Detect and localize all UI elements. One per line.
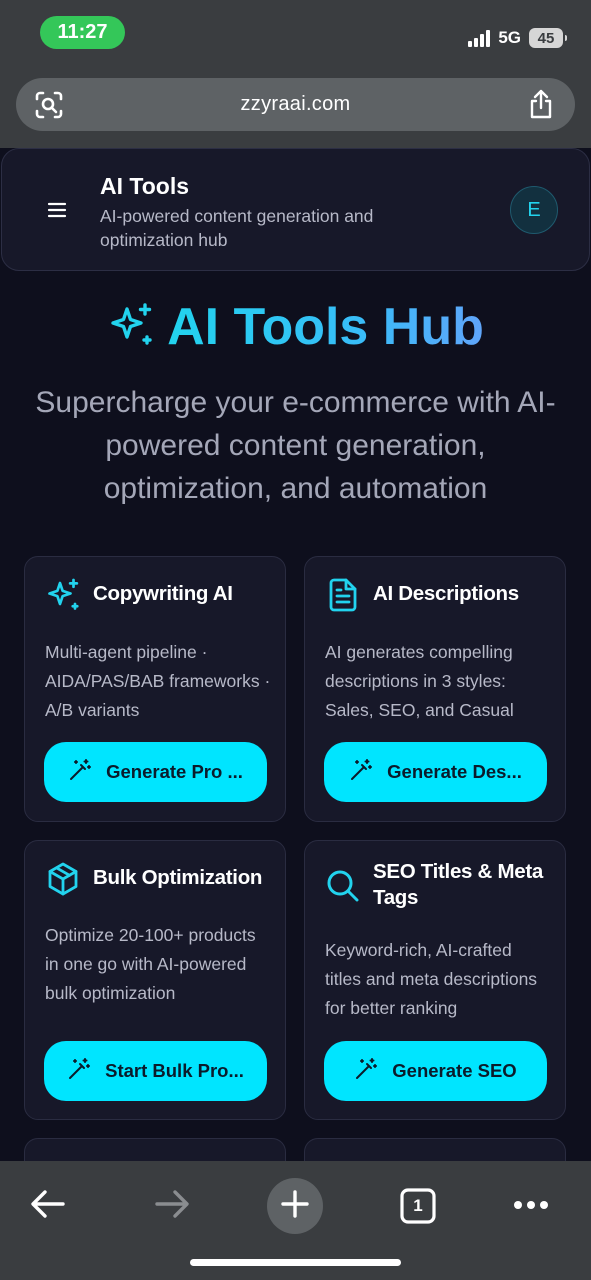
document-icon [325,577,361,618]
address-bar[interactable]: zzyraai.com [16,78,575,131]
hero-title-text: AI Tools Hub [167,298,484,356]
magic-wand-icon [68,758,92,787]
new-tab-button[interactable] [267,1178,323,1234]
home-indicator [190,1259,401,1266]
tab-switcher-button[interactable]: 1 [390,1178,446,1234]
url-text: zzyraai.com [240,93,351,115]
card-title: Copywriting AI [93,582,233,605]
magic-wand-icon [349,758,373,787]
header-title: AI Tools [100,173,190,199]
forward-arrow-icon [154,1189,190,1224]
button-label: Generate Pro ... [106,761,243,782]
camera-search-icon[interactable] [34,90,64,125]
tab-count: 1 [413,1196,423,1215]
sparkles-icon [107,301,155,354]
more-button[interactable] [503,1178,559,1234]
button-label: Start Bulk Pro... [105,1060,244,1081]
app-header: AI Tools AI-powered content generation a… [1,148,590,271]
button-label: Generate SEO [392,1060,517,1081]
forward-button[interactable] [144,1178,200,1234]
share-icon[interactable] [527,88,555,125]
search-icon [325,868,361,909]
back-button[interactable] [20,1178,76,1234]
card-title: Bulk Optimization [93,866,263,889]
battery-icon: 45 [529,28,567,48]
plus-icon [280,1189,310,1224]
start-bulk-button[interactable]: Start Bulk Pro... [44,1041,267,1101]
tool-card-bulk-optimization: Bulk Optimization Optimize 20-100+ produ… [24,840,286,1120]
status-time: 11:27 [40,16,125,49]
card-description: Keyword-rich, AI-crafted titles and meta… [325,940,538,1018]
card-title: SEO Titles & Meta Tags [373,860,543,909]
card-description: Multi-agent pipeline · AIDA/PAS/BAB fram… [45,642,271,720]
browser-top-chrome: 11:27 5G 45 zzyraai.com [0,0,591,148]
hero-subtitle: Supercharge your e-commerce with AI-powe… [35,386,556,505]
hamburger-menu-icon[interactable] [46,201,68,224]
signal-icon [468,29,491,47]
tabs-icon: 1 [400,1188,436,1224]
card-description: AI generates compelling descriptions in … [325,642,514,720]
card-title: AI Descriptions [373,582,519,605]
magic-wand-icon [67,1057,91,1086]
header-subtitle: AI-powered content generation and optimi… [100,206,374,250]
tool-card-descriptions: AI Descriptions AI generates compelling … [304,556,566,822]
sparkles-icon [45,577,81,618]
avatar[interactable]: E [510,186,558,234]
status-indicators: 5G 45 [468,24,567,52]
back-arrow-icon [30,1189,66,1224]
generate-pro-button[interactable]: Generate Pro ... [44,742,267,802]
tool-card-copywriting: Copywriting AI Multi-agent pipeline · AI… [24,556,286,822]
generate-descriptions-button[interactable]: Generate Des... [324,742,547,802]
card-description: Optimize 20-100+ products in one go with… [45,925,256,1003]
tool-card-seo: SEO Titles & Meta Tags Keyword-rich, AI-… [304,840,566,1120]
more-dots-icon [513,1197,549,1215]
generate-seo-button[interactable]: Generate SEO [324,1041,547,1101]
hero-title: AI Tools Hub [0,292,591,362]
network-label: 5G [498,28,521,47]
button-label: Generate Des... [387,761,522,782]
box-icon [45,861,81,902]
magic-wand-icon [354,1057,378,1086]
